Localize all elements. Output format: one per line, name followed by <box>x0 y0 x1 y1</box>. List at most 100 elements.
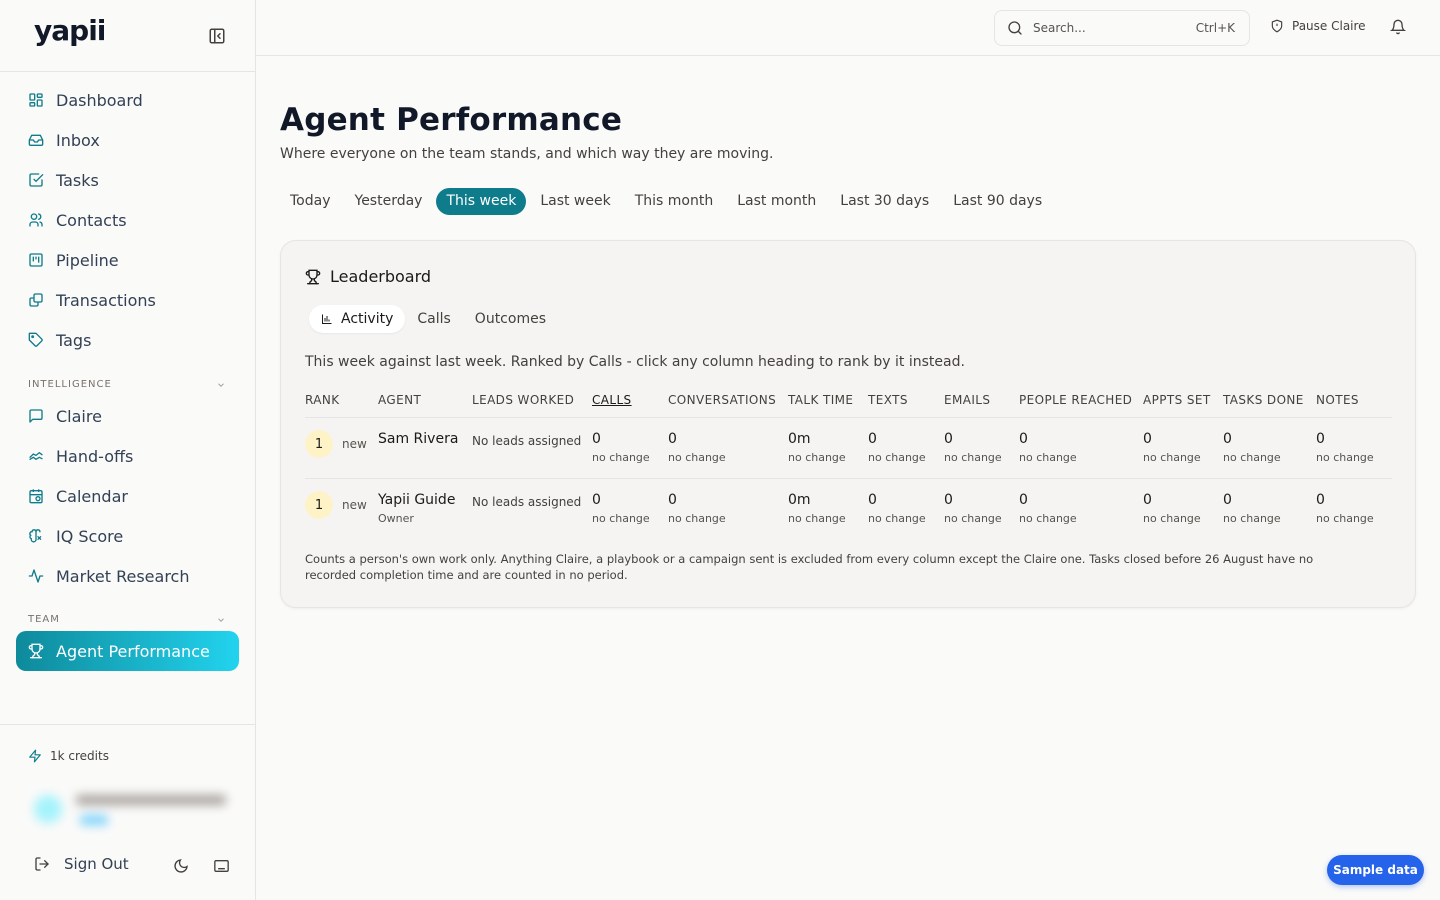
column-header-notes[interactable]: NOTES <box>1316 393 1359 407</box>
logo-row: yapii <box>0 0 255 72</box>
sidebar-item-hand-offs[interactable]: Hand-offs <box>16 436 239 476</box>
sidebar-item-tags[interactable]: Tags <box>16 320 239 360</box>
sidebar-item-calendar[interactable]: Calendar <box>16 476 239 516</box>
sidebar-footer: 1k credits Sign Out <box>0 724 255 900</box>
sidebar-item-claire[interactable]: Claire <box>16 396 239 436</box>
keyboard-icon[interactable] <box>213 858 230 874</box>
column-header-leads-worked[interactable]: LEADS WORKED <box>472 393 574 407</box>
column-header-rank[interactable]: RANK <box>305 393 340 407</box>
period-this-week[interactable]: This week <box>436 188 527 215</box>
people-reached-value: 0 <box>1019 492 1028 508</box>
appts-set-change: no change <box>1143 512 1201 525</box>
column-header-agent[interactable]: AGENT <box>378 393 421 407</box>
sign-out-label: Sign Out <box>64 855 129 873</box>
sidebar-item-label: Inbox <box>56 130 100 150</box>
period-this-month[interactable]: This month <box>625 188 724 215</box>
activity-icon <box>28 569 44 583</box>
sample-data-button[interactable]: Sample data <box>1327 855 1424 885</box>
sidebar-item-tasks[interactable]: Tasks <box>16 160 239 200</box>
pause-claire-button[interactable]: Pause Claire <box>1270 19 1366 33</box>
handshake-icon <box>29 451 43 461</box>
leads-worked: No leads assigned <box>472 434 582 448</box>
agent-name[interactable]: Yapii Guide <box>378 492 455 508</box>
notes-change: no change <box>1316 512 1374 525</box>
sidebar-item-pipeline[interactable]: Pipeline <box>16 240 239 280</box>
column-header-emails[interactable]: EMAILS <box>944 393 990 407</box>
avatar <box>34 795 62 823</box>
chevron-down-icon[interactable] <box>216 615 226 625</box>
section-label-team: TEAM <box>28 614 60 625</box>
sidebar-item-label: Tags <box>56 330 92 350</box>
column-header-conversations[interactable]: CONVERSATIONS <box>668 393 776 407</box>
tab-calls[interactable]: Calls <box>405 305 462 333</box>
tab-outcomes[interactable]: Outcomes <box>463 305 558 333</box>
period-last-30-days[interactable]: Last 30 days <box>830 188 939 215</box>
agent-role: Owner <box>378 512 414 525</box>
users-icon <box>29 213 43 227</box>
appts-set-value: 0 <box>1143 431 1152 447</box>
sidebar-item-label: IQ Score <box>56 526 124 546</box>
column-header-tasks-done[interactable]: TASKS DONE <box>1223 393 1304 407</box>
sidebar-item-label: Contacts <box>56 210 127 230</box>
bell-icon[interactable] <box>1390 19 1406 35</box>
sidebar-item-iq-score[interactable]: IQ Score <box>16 516 239 556</box>
sidebar-item-agent-performance[interactable]: Agent Performance <box>16 631 239 671</box>
sidebar-item-market-research[interactable]: Market Research <box>16 556 239 596</box>
tab-activity-label: Activity <box>341 311 394 327</box>
sidebar-item-label: Tasks <box>56 170 99 190</box>
texts-change: no change <box>868 512 926 525</box>
period-yesterday[interactable]: Yesterday <box>345 188 433 215</box>
shield-icon <box>1271 19 1283 33</box>
tasks-done-value: 0 <box>1223 492 1232 508</box>
user-profile[interactable] <box>30 791 230 831</box>
appts-set-change: no change <box>1143 451 1201 464</box>
column-header-people-reached[interactable]: PEOPLE REACHED <box>1019 393 1132 407</box>
calls-value: 0 <box>592 431 601 447</box>
sidebar-item-label: Dashboard <box>56 90 143 110</box>
people-reached-change: no change <box>1019 512 1077 525</box>
conversations-change: no change <box>668 512 726 525</box>
agent-name[interactable]: Sam Rivera <box>378 431 458 447</box>
sidebar-item-dashboard[interactable]: Dashboard <box>16 80 239 120</box>
sidebar-item-contacts[interactable]: Contacts <box>16 200 239 240</box>
sidebar-item-label: Transactions <box>56 290 156 310</box>
period-today[interactable]: Today <box>280 188 341 215</box>
search-input[interactable]: Search... Ctrl+K <box>994 10 1250 46</box>
tasks-done-change: no change <box>1223 451 1281 464</box>
sidebar-item-transactions[interactable]: Transactions <box>16 280 239 320</box>
leaderboard-title: Leaderboard <box>330 267 432 286</box>
sign-out-button[interactable]: Sign Out <box>34 855 129 873</box>
sidebar-item-label: Claire <box>56 406 102 426</box>
tab-activity[interactable]: Activity <box>309 305 406 333</box>
trophy-icon <box>28 643 44 659</box>
appts-set-value: 0 <box>1143 492 1152 508</box>
talk-time-value: 0m <box>788 431 811 447</box>
column-header-talk-time[interactable]: TALK TIME <box>788 393 853 407</box>
credits-indicator[interactable]: 1k credits <box>28 749 109 763</box>
team-nav: Agent Performance <box>16 631 239 671</box>
lightning-icon <box>29 749 41 763</box>
rank-note: new <box>342 498 367 512</box>
kanban-icon <box>29 253 43 267</box>
moon-icon[interactable] <box>173 858 189 874</box>
checkbox-icon <box>29 173 44 187</box>
conversations-value: 0 <box>668 492 677 508</box>
sidebar-collapse-icon[interactable] <box>208 27 226 45</box>
period-last-month[interactable]: Last month <box>727 188 826 215</box>
chat-icon <box>29 409 43 423</box>
chevron-down-icon[interactable] <box>216 380 226 390</box>
texts-value: 0 <box>868 492 877 508</box>
pause-claire-label: Pause Claire <box>1292 19 1366 33</box>
column-header-texts[interactable]: TEXTS <box>868 393 908 407</box>
column-header-appts-set[interactable]: APPTS SET <box>1143 393 1211 407</box>
sidebar-item-label: Calendar <box>56 486 128 506</box>
column-header-calls[interactable]: CALLS <box>592 393 632 407</box>
page-subtitle: Where everyone on the team stands, and w… <box>280 146 774 162</box>
emails-change: no change <box>944 512 1002 525</box>
leads-worked: No leads assigned <box>472 495 582 509</box>
sidebar-item-inbox[interactable]: Inbox <box>16 120 239 160</box>
period-last-90-days[interactable]: Last 90 days <box>943 188 1052 215</box>
grid-icon <box>29 93 43 107</box>
logo[interactable]: yapii <box>34 14 106 47</box>
period-last-week[interactable]: Last week <box>530 188 620 215</box>
